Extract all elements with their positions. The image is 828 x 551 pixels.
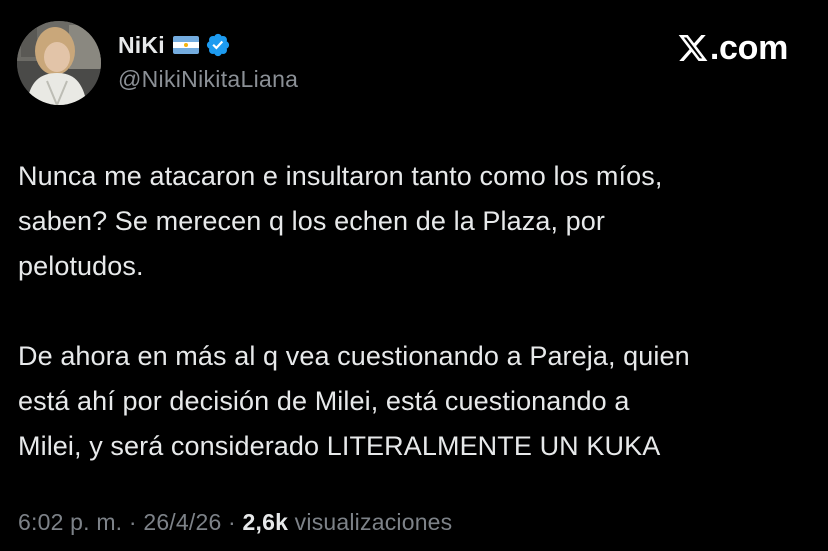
meta-separator: · [221,509,243,535]
tweet-date[interactable]: 26/4/26 [143,509,221,535]
tweet-time[interactable]: 6:02 p. m. [18,509,122,535]
author-display-name[interactable]: NiKi [118,32,165,59]
tweet-card: NiKi @NikiNikitaLiana .com Nunca me atac… [0,0,828,551]
tweet-paragraph: De ahora en más al q vea cuestionando a … [18,341,690,461]
tweet-text: Nunca me atacaron e insultaron tanto com… [18,154,808,469]
argentina-flag-icon [172,36,199,54]
author-name-row[interactable]: NiKi [118,30,231,60]
author-handle[interactable]: @NikiNikitaLiana [118,66,298,93]
x-logo-icon [677,32,709,64]
avatar-photo [17,21,101,105]
verified-badge-icon [205,32,231,58]
brand-suffix: .com [709,28,788,67]
x-com-brand: .com [677,26,788,70]
tweet-meta: 6:02 p. m. · 26/4/26 · 2,6k visualizacio… [18,509,452,536]
avatar[interactable] [17,21,101,105]
meta-separator: · [122,509,144,535]
tweet-paragraph: Nunca me atacaron e insultaron tanto com… [18,161,663,281]
views-count[interactable]: 2,6k [243,509,289,535]
views-label: visualizaciones [288,509,453,535]
